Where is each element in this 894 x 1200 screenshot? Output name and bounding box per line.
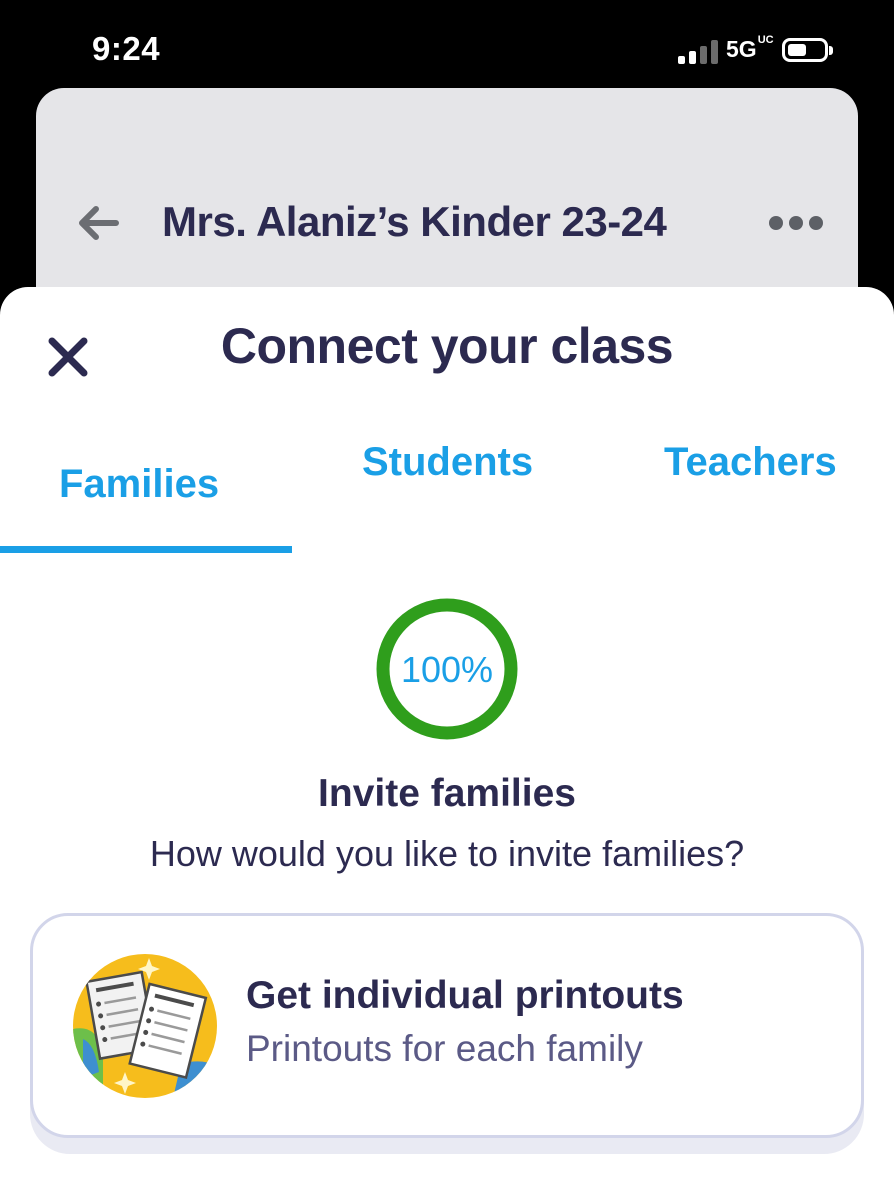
sheet-title: Connect your class xyxy=(220,318,674,374)
signal-strength-icon xyxy=(678,38,720,64)
back-arrow-icon[interactable] xyxy=(72,198,122,248)
active-tab-indicator xyxy=(0,546,292,553)
tab-students[interactable]: Students xyxy=(362,435,552,489)
battery-tip xyxy=(829,46,833,55)
status-time: 9:24 xyxy=(92,30,161,67)
network-indicator: 5GUC xyxy=(726,34,774,62)
individual-printouts-option[interactable]: Get individual printouts Printouts for e… xyxy=(30,913,864,1138)
printouts-illustration-icon xyxy=(73,954,217,1098)
invite-heading: Invite families xyxy=(318,772,576,815)
option-subtitle: Printouts for each family xyxy=(246,1028,643,1069)
tab-teachers[interactable]: Teachers xyxy=(664,435,854,489)
progress-label: 100% xyxy=(400,649,494,690)
class-title: Mrs. Alaniz’s Kinder 23-24 xyxy=(162,198,667,245)
tab-families[interactable]: Families xyxy=(59,462,219,507)
connect-class-sheet: Connect your class Families Students Tea… xyxy=(0,287,894,1200)
option-title: Get individual printouts xyxy=(246,974,684,1017)
more-dots-icon[interactable] xyxy=(769,216,825,232)
invite-subheading: How would you like to invite families? xyxy=(149,833,745,874)
status-bar: 9:24 5GUC xyxy=(0,0,894,90)
battery-icon xyxy=(782,38,828,62)
